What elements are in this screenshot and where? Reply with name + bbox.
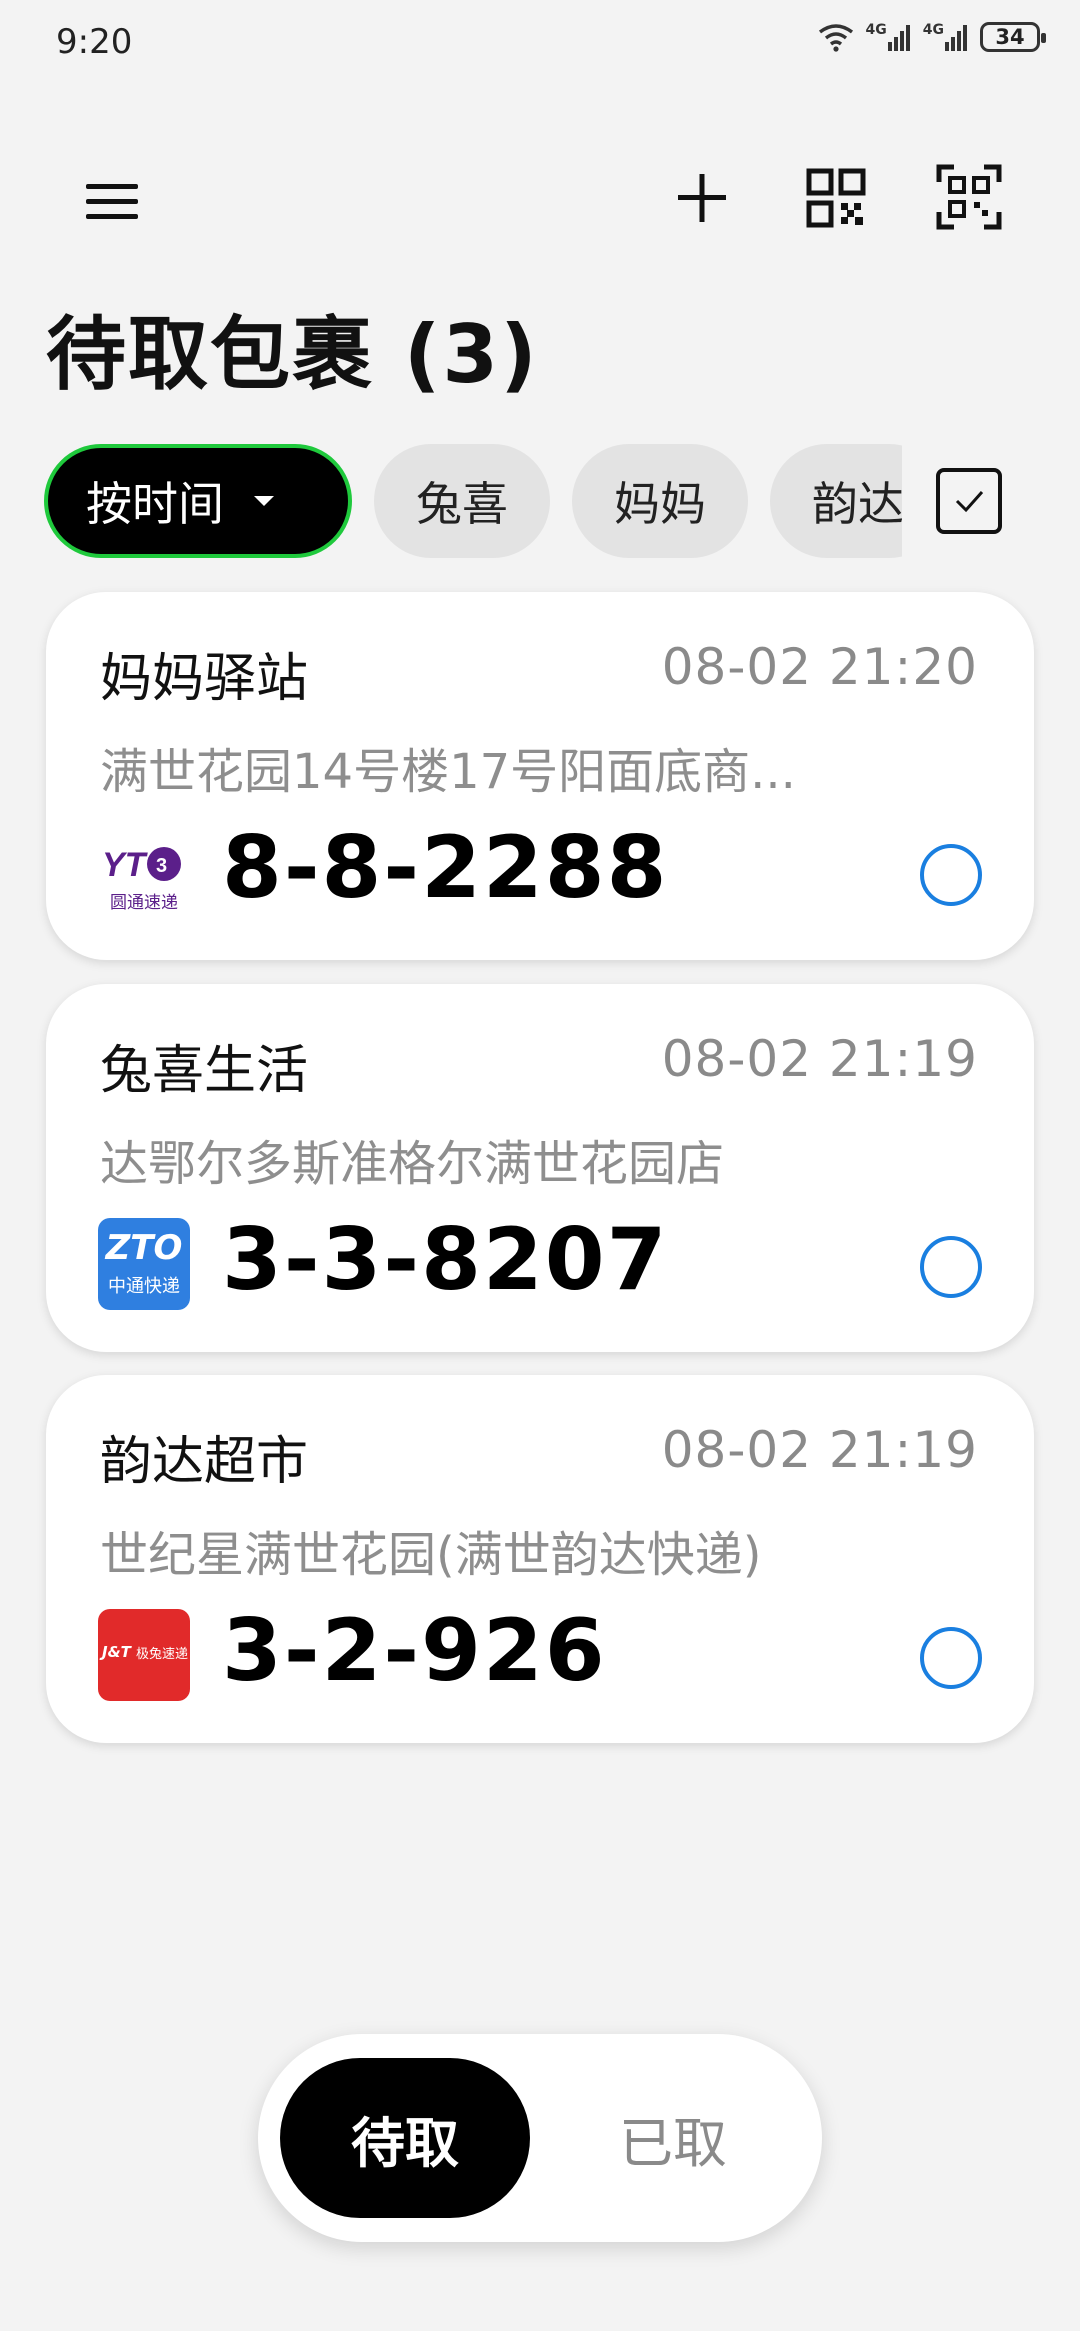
jt-logo-icon: J&T 极兔速递 — [98, 1609, 190, 1701]
station-address: 满世花园14号楼17号阳面底商... — [100, 744, 796, 800]
tab-picked[interactable]: 已取 — [548, 2058, 798, 2218]
signal-icon — [887, 25, 910, 51]
parcel-card[interactable]: 妈妈驿站 08-02 21:20 满世花园14号楼17号阳面底商... YT 3… — [46, 592, 1034, 960]
qr-code-icon — [806, 168, 866, 228]
tab-pending[interactable]: 待取 — [280, 2058, 530, 2218]
select-radio[interactable] — [920, 1627, 982, 1689]
station-address: 世纪星满世花园(满世韵达快递) — [100, 1527, 762, 1583]
qr-code-button[interactable] — [806, 168, 866, 228]
battery-level: 34 — [995, 25, 1025, 49]
select-all-button[interactable] — [936, 468, 1002, 534]
zto-logo-icon: ZTO 中通快递 — [98, 1218, 190, 1310]
wifi-icon — [818, 24, 853, 52]
arrival-time: 08-02 21:19 — [661, 1030, 978, 1088]
filter-row: 按时间 兔喜 妈妈 韵达 — [0, 444, 1080, 562]
station-name: 韵达超市 — [100, 1432, 309, 1492]
yto-logo-icon: YT 3 圆通速递 — [98, 826, 190, 918]
pickup-code: 8-8-2288 — [222, 818, 669, 918]
signal-icon — [945, 25, 967, 51]
menu-icon — [86, 184, 138, 219]
filter-chip-tuxi[interactable]: 兔喜 — [374, 444, 550, 558]
select-radio[interactable] — [920, 1236, 982, 1298]
checkmark-icon — [955, 491, 984, 513]
signal-2: 4G — [923, 22, 970, 52]
station-name: 妈妈驿站 — [100, 649, 309, 709]
carrier-name: 圆通速递 — [110, 893, 178, 913]
sort-label: 按时间 — [86, 477, 224, 531]
station-address: 达鄂尔多斯准格尔满世花园店 — [100, 1136, 725, 1192]
carrier-logo-text: J&T — [102, 1643, 131, 1661]
battery-icon: 34 — [980, 22, 1046, 52]
pickup-code: 3-3-8207 — [222, 1210, 669, 1310]
menu-button[interactable] — [80, 170, 144, 234]
parcel-card[interactable]: 兔喜生活 08-02 21:19 达鄂尔多斯准格尔满世花园店 ZTO 中通快递 … — [46, 984, 1034, 1352]
arrival-time: 08-02 21:20 — [661, 638, 978, 696]
status-time: 9:20 — [56, 22, 133, 62]
carrier-name: 极兔速递 — [136, 1647, 189, 1662]
svg-text:3: 3 — [156, 855, 167, 877]
scan-button[interactable] — [936, 164, 1002, 230]
status-icons: 4G 4G 34 — [816, 22, 1046, 52]
signal-1: 4G — [866, 22, 913, 52]
carrier-name: 中通快递 — [108, 1276, 180, 1297]
scan-icon — [936, 164, 1002, 230]
arrival-time: 08-02 21:19 — [661, 1421, 978, 1479]
sort-by-time-dropdown[interactable]: 按时间 — [44, 444, 352, 558]
station-name: 兔喜生活 — [100, 1041, 309, 1101]
carrier-logo-text: ZTO — [105, 1228, 183, 1268]
filter-chip-scroll[interactable]: 按时间 兔喜 妈妈 韵达 — [44, 444, 902, 562]
add-parcel-button[interactable] — [670, 166, 734, 230]
caret-down-icon — [254, 496, 274, 506]
pickup-code: 3-2-926 — [222, 1601, 607, 1701]
status-bar: 9:20 4G 4G 34 — [0, 0, 1080, 90]
page-title: 待取包裹 (3) — [46, 308, 539, 401]
filter-chip-yunda[interactable]: 韵达 — [770, 444, 902, 558]
parcel-card[interactable]: 韵达超市 08-02 21:19 世纪星满世花园(满世韵达快递) J&T 极兔速… — [46, 1375, 1034, 1743]
svg-text:YT: YT — [102, 846, 149, 884]
select-radio[interactable] — [920, 844, 982, 906]
network-type-1: 4G — [865, 22, 887, 38]
plus-icon — [678, 174, 726, 222]
filter-chip-track: 按时间 兔喜 妈妈 韵达 — [44, 444, 902, 558]
filter-chip-mama[interactable]: 妈妈 — [572, 444, 748, 558]
status-toggle: 待取 已取 — [258, 2034, 822, 2242]
network-type-2: 4G — [922, 22, 944, 38]
